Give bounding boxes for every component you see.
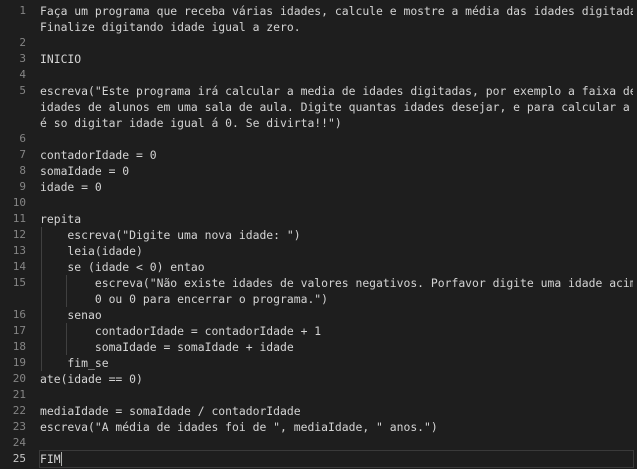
indent-guide bbox=[66, 275, 67, 307]
line-number: 22 bbox=[12, 404, 26, 417]
code-text[interactable]: somaIdade = 0 bbox=[40, 163, 633, 179]
line-number: 25 bbox=[12, 452, 26, 465]
line-number: 17 bbox=[12, 324, 26, 337]
code-line[interactable]: 5 escreva("Este programa irá calcular a m… bbox=[0, 83, 637, 99]
line-number: 3 bbox=[19, 52, 26, 65]
line-number: 11 bbox=[12, 212, 26, 225]
line-number: 20 bbox=[12, 372, 26, 385]
code-text[interactable]: 0 ou 0 para encerrar o programa.") bbox=[40, 291, 633, 307]
code-line[interactable]: 4 bbox=[0, 67, 637, 83]
line-number: 13 bbox=[12, 244, 26, 257]
code-text[interactable]: Finalize digitando idade igual a zero. bbox=[40, 19, 633, 35]
code-line[interactable]: 13 leia(idade) bbox=[0, 243, 637, 259]
line-number: 10 bbox=[12, 196, 26, 209]
editor-lines[interactable]: 1 Faça um programa que receba várias idad… bbox=[0, 3, 637, 468]
code-line[interactable]: 22 mediaIdade = somaIdade / contadorIdade bbox=[0, 403, 637, 419]
indent-guide bbox=[41, 227, 42, 371]
line-number: 6 bbox=[19, 132, 26, 145]
line-number: 24 bbox=[12, 436, 26, 449]
line-number: 18 bbox=[12, 340, 26, 353]
code-line[interactable]: idades de alunos em uma sala de aula. Di… bbox=[0, 99, 637, 115]
indent-guide bbox=[66, 323, 67, 355]
code-line[interactable]: 20 ate(idade == 0) bbox=[0, 371, 637, 387]
line-number: 9 bbox=[19, 180, 26, 193]
line-number: 1 bbox=[19, 4, 26, 17]
code-line[interactable]: 11 repita bbox=[0, 211, 637, 227]
code-text[interactable]: escreva("Não existe idades de valores ne… bbox=[40, 275, 633, 291]
code-text[interactable]: repita bbox=[40, 211, 633, 227]
line-number: 8 bbox=[19, 164, 26, 177]
line-number: 21 bbox=[12, 388, 26, 401]
code-line[interactable]: 1 Faça um programa que receba várias idad… bbox=[0, 3, 637, 19]
code-line[interactable]: 25 FIM bbox=[0, 450, 637, 468]
code-text[interactable]: somaIdade = somaIdade + idade bbox=[40, 339, 633, 355]
code-text[interactable]: idade = 0 bbox=[40, 179, 633, 195]
code-line[interactable]: Finalize digitando idade igual a zero. bbox=[0, 19, 637, 35]
code-text[interactable]: escreva("Este programa irá calcular a me… bbox=[40, 83, 633, 99]
line-number: 7 bbox=[19, 148, 26, 161]
code-line[interactable]: 6 bbox=[0, 131, 637, 147]
line-number: 16 bbox=[12, 308, 26, 321]
line-number: 5 bbox=[19, 84, 26, 97]
line-number: 2 bbox=[19, 36, 26, 49]
code-text[interactable]: Faça um programa que receba várias idade… bbox=[40, 3, 633, 19]
code-line[interactable]: 16 senao bbox=[0, 307, 637, 323]
code-line[interactable]: 3 INICIO bbox=[0, 51, 637, 67]
code-line[interactable]: 9 idade = 0 bbox=[0, 179, 637, 195]
code-text[interactable]: INICIO bbox=[40, 51, 633, 67]
code-text[interactable]: FIM bbox=[39, 450, 634, 468]
code-line[interactable]: 14 se (idade < 0) entao bbox=[0, 259, 637, 275]
code-line[interactable]: 10 bbox=[0, 195, 637, 211]
code-text[interactable]: é so digitar idade igual á 0. Se divirta… bbox=[40, 115, 633, 131]
code-editor[interactable]: 1 Faça um programa que receba várias idad… bbox=[0, 0, 637, 469]
code-text[interactable]: escreva("A média de idades foi de ", med… bbox=[40, 419, 633, 435]
code-text[interactable]: escreva("Digite uma nova idade: ") bbox=[40, 227, 633, 243]
line-number: 19 bbox=[12, 356, 26, 369]
code-text[interactable]: contadorIdade = 0 bbox=[40, 147, 633, 163]
code-line[interactable]: 8 somaIdade = 0 bbox=[0, 163, 637, 179]
code-line[interactable]: é so digitar idade igual á 0. Se divirta… bbox=[0, 115, 637, 131]
code-line[interactable]: 21 bbox=[0, 387, 637, 403]
code-line[interactable]: 19 fim_se bbox=[0, 355, 637, 371]
code-text[interactable]: fim_se bbox=[40, 355, 633, 371]
code-text[interactable]: contadorIdade = contadorIdade + 1 bbox=[40, 323, 633, 339]
code-text[interactable]: idades de alunos em uma sala de aula. Di… bbox=[40, 99, 633, 115]
code-line[interactable]: 17 contadorIdade = contadorIdade + 1 bbox=[0, 323, 637, 339]
line-number: 4 bbox=[19, 68, 26, 81]
code-text[interactable]: se (idade < 0) entao bbox=[40, 259, 633, 275]
code-line[interactable]: 7 contadorIdade = 0 bbox=[0, 147, 637, 163]
code-line[interactable]: 12 escreva("Digite uma nova idade: ") bbox=[0, 227, 637, 243]
code-line[interactable]: 24 bbox=[0, 435, 637, 451]
code-text[interactable]: mediaIdade = somaIdade / contadorIdade bbox=[40, 403, 633, 419]
code-line[interactable]: 2 bbox=[0, 35, 637, 51]
line-number: 14 bbox=[12, 260, 26, 273]
code-text[interactable]: ate(idade == 0) bbox=[40, 371, 633, 387]
line-number: 15 bbox=[12, 276, 26, 289]
line-number: 23 bbox=[12, 420, 26, 433]
code-text[interactable]: leia(idade) bbox=[40, 243, 633, 259]
code-line[interactable]: 0 ou 0 para encerrar o programa.") bbox=[0, 291, 637, 307]
code-line[interactable]: 15 escreva("Não existe idades de valores… bbox=[0, 275, 637, 291]
code-line[interactable]: 18 somaIdade = somaIdade + idade bbox=[0, 339, 637, 355]
line-number: 12 bbox=[12, 228, 26, 241]
text-cursor bbox=[60, 452, 62, 466]
code-line[interactable]: 23 escreva("A média de idades foi de ", m… bbox=[0, 419, 637, 435]
code-text[interactable]: senao bbox=[40, 307, 633, 323]
